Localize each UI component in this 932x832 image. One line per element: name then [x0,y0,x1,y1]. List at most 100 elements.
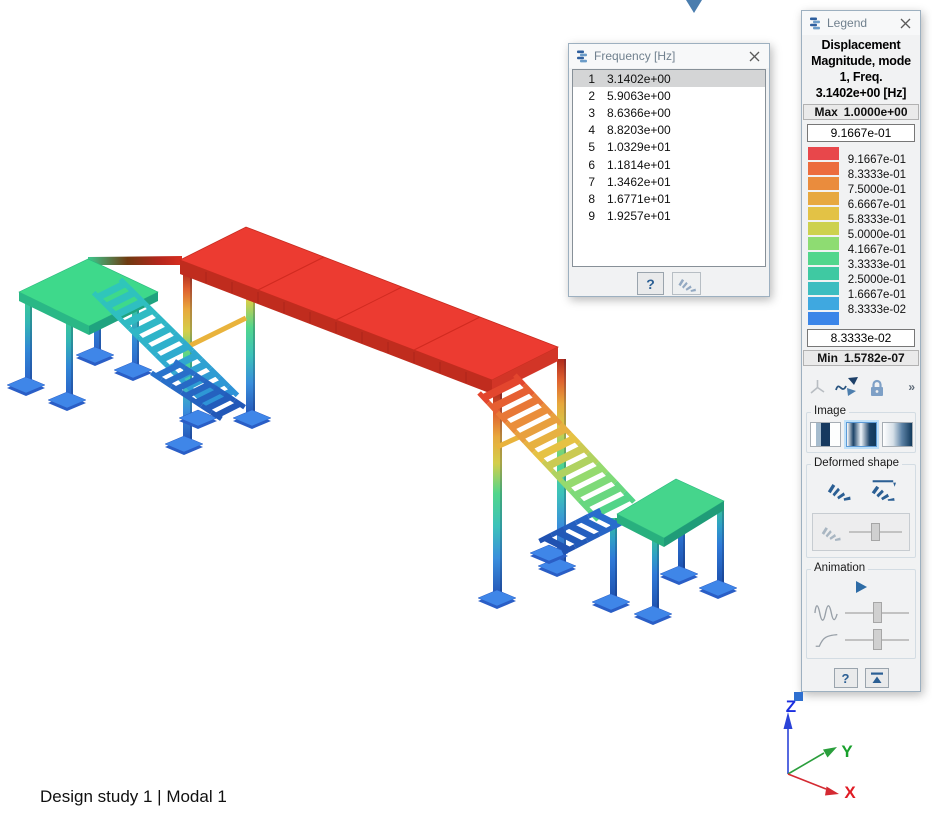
orientation-triad: Z Y X [784,697,857,802]
scale-color-swatch [808,207,839,220]
frequency-dialog: Frequency [Hz] 13.1402e+0025.9063e+00 3 8.… [568,43,770,297]
y-axis-arrow [823,747,837,758]
column-leg-shade [71,317,73,397]
mode-frequency: 1.6771e+01 [607,192,671,206]
base-plate [114,362,152,378]
panel-resize-grip[interactable] [794,692,803,701]
column-leg-shade [722,506,724,585]
frequency-row[interactable]: 61.1814e+01 [573,156,765,173]
animation-speed-slider-handle[interactable] [873,629,882,650]
mode-frequency: 1.9257e+01 [607,209,671,223]
base-plate [76,347,114,363]
plot-curve-icon[interactable] [835,377,860,397]
help-button[interactable]: ? [637,272,664,295]
scale-tick-label: 8.3333e-01 [848,169,906,182]
model-viewport[interactable]: Z Y X [0,0,932,832]
deformed-shape-group: Deformed shape [806,464,916,558]
scale-color-swatch [808,147,839,160]
close-icon[interactable] [897,15,913,31]
frequency-dialog-title: Frequency [Hz] [594,49,675,63]
frequency-row[interactable]: 51.0329e+01 [573,139,765,156]
animation-group: Animation [806,569,916,659]
deformed-scale-slider-track[interactable] [849,531,902,533]
lower-bound-input[interactable] [807,329,915,347]
min-value-bar: Min1.5782e-07 [803,350,919,366]
scale-tick-label: 8.3333e-02 [848,304,906,317]
animation-speed-slider-track[interactable] [845,639,909,641]
frequency-list[interactable]: 13.1402e+0025.9063e+00 3 8.6366e+00 4 8.8203… [572,69,766,267]
image-continuous-gradient-button[interactable] [882,422,913,447]
animation-amplitude-slider-handle[interactable] [873,602,882,623]
base-plate [634,606,672,622]
mode-number: 9 [573,209,595,223]
frequency-row[interactable]: 3 8.6366e+00 [573,104,765,121]
scale-tick-label: 5.0000e-01 [848,229,906,242]
deformed-scale-slider-handle[interactable] [871,523,880,541]
base-plate [478,590,516,606]
dock-button[interactable] [865,668,889,688]
frequency-row[interactable]: 25.9063e+00 [573,87,765,104]
deformed-shape-icon[interactable] [826,480,852,501]
scale-color-swatch [808,252,839,265]
scale-color-swatch [808,162,839,175]
scale-tick-label: 7.5000e-01 [848,184,906,197]
lock-icon[interactable] [868,378,886,397]
close-icon[interactable] [746,48,762,64]
frequency-row[interactable]: 71.3462e+01 [573,173,765,190]
animation-amplitude-slider-track[interactable] [845,612,909,614]
dock-icon [870,672,884,684]
mode-number: 6 [573,158,595,172]
mode-number: 2 [573,89,595,103]
column-leg-shade [615,518,617,599]
deformed-shape-button[interactable] [672,272,701,295]
play-icon[interactable] [855,580,868,594]
mode-frequency: 8.8203e+00 [607,123,671,137]
mode-number: 1 [573,72,595,86]
base-plate [592,594,630,610]
x-axis-arrow [825,787,839,796]
result-heading: Displacement Magnitude, mode 1, Freq. 3.… [802,37,920,101]
deformed-shape-icon [677,276,697,292]
mode-number: 3 [573,106,595,120]
frequency-row[interactable]: 9 1.9257e+01 [573,208,765,225]
scale-color-swatch [808,267,839,280]
mode-number: 8 [573,192,595,206]
help-button[interactable]: ? [834,668,858,688]
probe-triad-icon[interactable] [808,378,827,396]
legend-titlebar[interactable]: Legend [802,11,920,35]
base-plate [165,436,203,452]
base-plate [660,566,698,582]
scale-tick-label: 9.1667e-01 [848,154,906,167]
deformed-shape-icon [820,524,842,541]
ramp-curve-icon [813,631,840,649]
scale-color-swatch [808,237,839,250]
bridge-deck [180,227,558,394]
study-caption: Design study 1 | Modal 1 [40,787,227,807]
frequency-dialog-titlebar[interactable]: Frequency [Hz] [569,44,769,68]
scale-tick-label: 3.3333e-01 [848,259,906,272]
column-leg-shade [500,392,502,595]
max-value-bar: Max1.0000e+00 [803,104,919,120]
expand-toolbar-chevron[interactable]: » [908,380,914,394]
mode-frequency: 8.6366e+00 [607,106,671,120]
image-discrete-bands-button[interactable] [810,422,841,447]
frequency-row[interactable]: 13.1402e+00 [573,70,765,87]
frequency-row[interactable]: 4 8.8203e+00 [573,122,765,139]
mode-number: 4 [573,123,595,137]
platform-right [617,479,724,547]
mode-number: 5 [573,140,595,154]
sine-wave-icon [813,601,840,625]
upper-bound-input[interactable] [807,124,915,142]
base-plate [7,377,45,393]
legend-panel: Legend Displacement Magnitude, mode 1, F… [801,10,921,692]
scale-tick-label: 5.8333e-01 [848,214,906,227]
x-axis-label: X [844,783,856,802]
frequency-row[interactable]: 8 1.6771e+01 [573,190,765,207]
rotate-marker-icon [686,0,702,13]
deformed-shape-actual-icon[interactable] [868,480,896,501]
app-icon [809,17,821,30]
scale-color-swatch [808,312,839,325]
scale-tick-label: 6.6667e-01 [848,199,906,212]
cross-brace-left [187,318,246,347]
image-smooth-bands-button[interactable] [846,422,877,447]
